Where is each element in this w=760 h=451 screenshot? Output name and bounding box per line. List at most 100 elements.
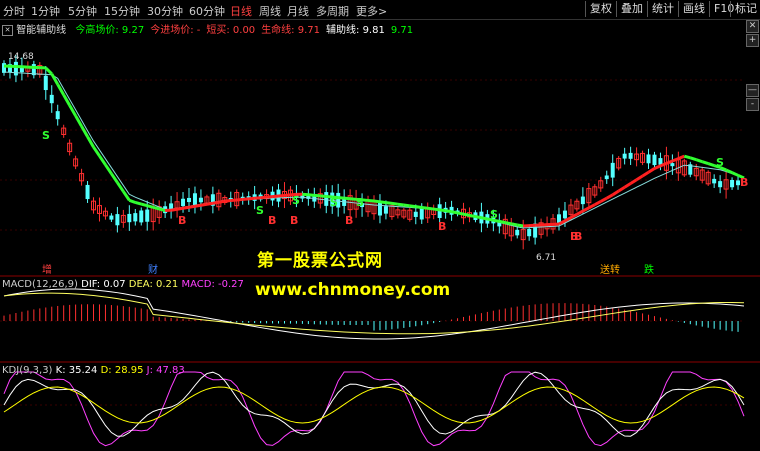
buy-signal-mark: B <box>740 176 748 189</box>
macd-dif: DIF: 0.07 <box>81 279 126 290</box>
life-line-segment <box>212 200 220 205</box>
life-line-segment <box>403 203 411 208</box>
candle-down <box>419 207 424 220</box>
life-line-segment <box>224 199 231 203</box>
life-line-segment <box>170 207 178 212</box>
sell-signal-mark: S <box>490 208 498 221</box>
candle-down <box>198 197 203 203</box>
macd-dea: DEA: 0.21 <box>128 279 179 290</box>
life-line-segment <box>499 219 506 225</box>
life-line-segment <box>481 216 488 221</box>
event-marker: 财 <box>148 263 158 276</box>
candle-down <box>115 214 120 226</box>
high-price-label: 14.68 <box>8 52 34 62</box>
sell-signal-mark: S <box>716 156 724 169</box>
life-line-segment <box>415 205 422 209</box>
life-line-segment <box>86 136 95 148</box>
candle-down <box>145 209 150 222</box>
kdj-info: KDJ(9,3,3) K: 35.24 D: 28.95 J: 47.83 <box>2 365 185 376</box>
life-line-segment <box>218 199 226 204</box>
life-line-segment <box>254 196 261 200</box>
low-price-label: 6.71 <box>536 253 556 263</box>
life-line-segment <box>451 210 458 215</box>
life-line-segment <box>230 198 237 203</box>
life-line-segment <box>367 198 375 203</box>
life-line-segment <box>582 206 590 213</box>
life-line-segment <box>188 204 196 209</box>
life-line-segment <box>308 193 315 197</box>
candle-down <box>562 210 567 219</box>
life-line-segment <box>641 170 650 178</box>
candle-down <box>580 196 585 205</box>
life-line-segment <box>236 197 243 202</box>
sell-signal-mark: S <box>356 196 364 209</box>
candle-down <box>383 206 388 214</box>
macd-value: MACD: -0.27 <box>181 279 244 290</box>
life-line-segment <box>635 174 644 182</box>
buy-signal-mark: B <box>438 220 446 233</box>
life-line-segment <box>266 195 273 199</box>
life-line-segment <box>391 201 399 206</box>
candle-down <box>628 152 633 159</box>
life-line-segment <box>272 194 279 199</box>
life-line-segment <box>74 115 83 128</box>
candle-down <box>515 229 520 236</box>
life-line-segment <box>56 83 65 96</box>
kline-chart-canvas[interactable]: B B B B BBBBSSS S SSS14.686.71增财送转跌 <box>0 0 760 451</box>
sell-signal-mark: S <box>292 194 300 207</box>
life-line-segment <box>421 205 428 210</box>
life-line-segment <box>665 159 673 165</box>
life-line-segment <box>689 156 697 162</box>
buy-signal-mark: B <box>345 214 353 227</box>
life-line-segment <box>68 104 77 117</box>
life-line-segment <box>206 201 214 206</box>
life-line-segment <box>588 203 596 210</box>
life-line-segment <box>475 215 482 220</box>
life-line-segment <box>50 73 60 86</box>
life-line-segment <box>128 198 136 204</box>
watermark-site-name: 第一股票公式网 <box>257 251 383 271</box>
life-line-segment <box>260 195 267 200</box>
life-line-segment <box>134 201 142 206</box>
life-line-segment <box>463 212 470 217</box>
life-line-segment <box>44 66 53 75</box>
candle-down <box>133 213 138 222</box>
candle-down <box>13 61 18 76</box>
candle-down <box>604 175 609 180</box>
life-line-segment <box>320 194 327 198</box>
life-line-segment <box>62 94 71 107</box>
candle-down <box>730 179 735 188</box>
life-line-segment <box>338 196 345 200</box>
life-line-segment <box>653 164 662 170</box>
sell-signal-mark: S <box>256 204 264 217</box>
event-marker: 增 <box>42 263 52 276</box>
life-line-segment <box>397 202 405 207</box>
kdj-title[interactable]: KDJ(9,3,3) <box>2 365 52 376</box>
candle-down <box>712 178 717 184</box>
candle-down <box>670 163 675 167</box>
life-line-segment <box>344 196 351 201</box>
macd-info: MACD(12,26,9) DIF: 0.07 DEA: 0.21 MACD: … <box>2 279 244 290</box>
sell-signal-mark: S <box>42 129 50 142</box>
sell-signal-mark: S <box>330 196 338 209</box>
life-line-segment <box>576 209 584 216</box>
life-line-segment <box>617 186 626 193</box>
candle-down <box>324 192 329 206</box>
kdj-k-line <box>3 371 745 437</box>
watermark-url: www.chnmoney.com <box>255 280 451 300</box>
life-line-segment <box>146 204 154 209</box>
life-line-segment <box>152 205 160 211</box>
life-line-segment <box>379 200 387 205</box>
candle-down <box>187 197 191 203</box>
life-line-segment <box>469 213 476 219</box>
macd-title[interactable]: MACD(12,26,9) <box>2 279 78 290</box>
life-line-segment <box>284 193 291 197</box>
life-line-segment <box>605 193 614 200</box>
life-line-segment <box>182 205 190 210</box>
candle-down <box>43 75 48 91</box>
life-line-segment <box>695 158 703 164</box>
life-line-segment <box>242 197 249 201</box>
helper-line <box>3 71 745 229</box>
kdj-d: D: 28.95 <box>100 365 144 376</box>
candle-down <box>377 201 382 216</box>
